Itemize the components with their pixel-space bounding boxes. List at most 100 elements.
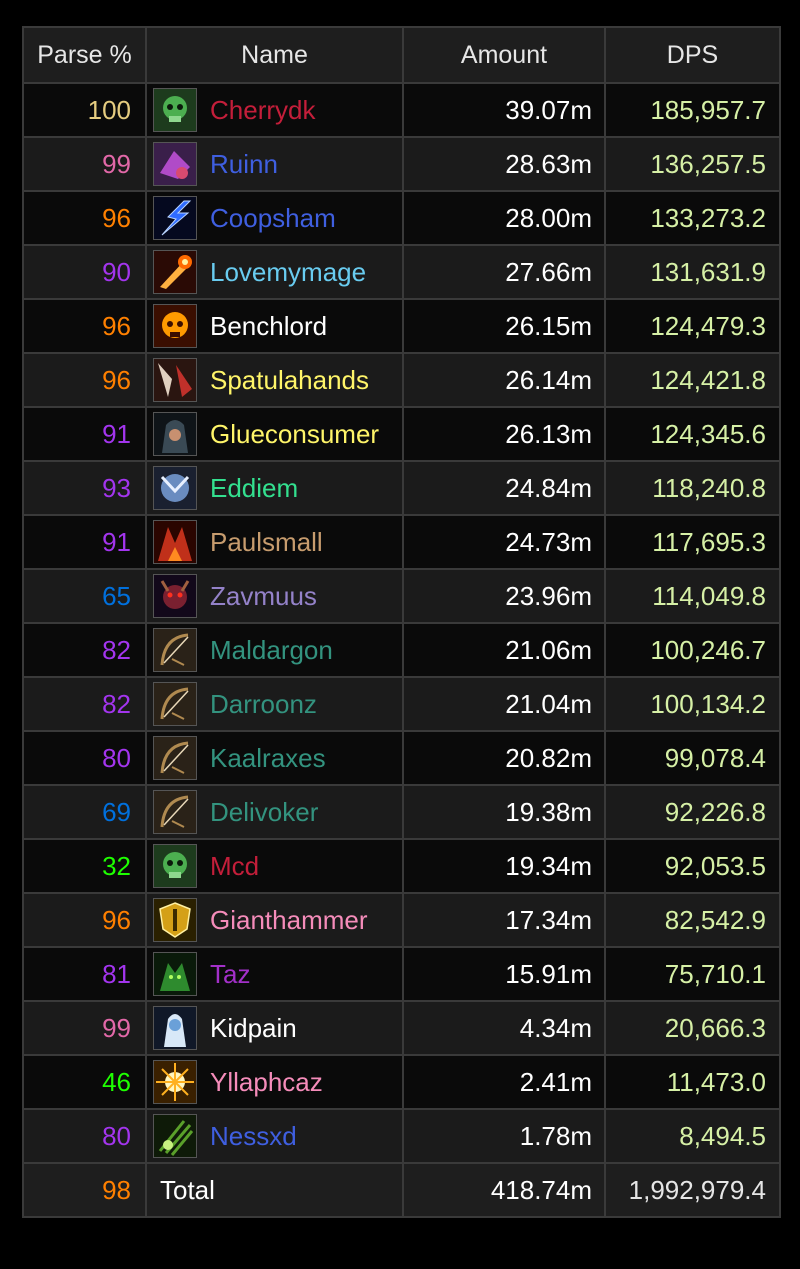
total-amount: 418.74m [402, 1162, 606, 1218]
player-name[interactable]: Spatulahands [210, 365, 369, 396]
demon-hunter-icon [153, 952, 197, 996]
player-name[interactable]: Lovemymage [210, 257, 366, 288]
player-name[interactable]: Coopsham [210, 203, 336, 234]
damage-amount: 27.66m [402, 244, 606, 300]
parse-percent: 69 [22, 784, 147, 840]
player-cell[interactable]: Maldargon [145, 622, 404, 678]
player-name[interactable]: Glueconsumer [210, 419, 379, 450]
table-header-row: Parse % Name Amount DPS [22, 26, 781, 84]
player-name[interactable]: Delivoker [210, 797, 318, 828]
table-row[interactable]: 81 Taz 15.91m 75,710.1 [22, 946, 781, 1002]
table-row[interactable]: 82 Maldargon 21.06m 100,246.7 [22, 622, 781, 678]
player-cell[interactable]: Ruinn [145, 136, 404, 192]
player-name[interactable]: Paulsmall [210, 527, 323, 558]
player-cell[interactable]: Kidpain [145, 1000, 404, 1056]
player-cell[interactable]: Kaalraxes [145, 730, 404, 786]
player-name[interactable]: Eddiem [210, 473, 298, 504]
dps-value: 99,078.4 [604, 730, 781, 786]
damage-amount: 23.96m [402, 568, 606, 624]
table-row[interactable]: 80 Nessxd 1.78m 8,494.5 [22, 1108, 781, 1164]
player-name[interactable]: Taz [210, 959, 250, 990]
player-name[interactable]: Zavmuus [210, 581, 317, 612]
table-row[interactable]: 96 Benchlord 26.15m 124,479.3 [22, 298, 781, 354]
player-name[interactable]: Darroonz [210, 689, 317, 720]
column-header-dps[interactable]: DPS [604, 26, 781, 84]
total-label: Total [145, 1162, 404, 1218]
player-name[interactable]: Maldargon [210, 635, 333, 666]
player-cell[interactable]: Nessxd [145, 1108, 404, 1164]
player-name[interactable]: Mcd [210, 851, 259, 882]
table-row[interactable]: 93 Eddiem 24.84m 118,240.8 [22, 460, 781, 516]
damage-amount: 21.04m [402, 676, 606, 732]
table-row[interactable]: 82 Darroonz 21.04m 100,134.2 [22, 676, 781, 732]
player-cell[interactable]: Darroonz [145, 676, 404, 732]
death-knight-skull-icon [153, 88, 197, 132]
dps-value: 20,666.3 [604, 1000, 781, 1056]
dps-value: 8,494.5 [604, 1108, 781, 1164]
player-cell[interactable]: Lovemymage [145, 244, 404, 300]
player-cell[interactable]: Coopsham [145, 190, 404, 246]
damage-amount: 15.91m [402, 946, 606, 1002]
player-cell[interactable]: Benchlord [145, 298, 404, 354]
player-cell[interactable]: Delivoker [145, 784, 404, 840]
player-cell[interactable]: Taz [145, 946, 404, 1002]
parse-percent: 99 [22, 1000, 147, 1056]
player-cell[interactable]: Paulsmall [145, 514, 404, 570]
dps-value: 100,134.2 [604, 676, 781, 732]
dps-value: 124,345.6 [604, 406, 781, 462]
table-row[interactable]: 46 Yllaphcaz 2.41m 11,473.0 [22, 1054, 781, 1110]
player-name[interactable]: Ruinn [210, 149, 278, 180]
column-header-amount[interactable]: Amount [402, 26, 606, 84]
column-header-name[interactable]: Name [145, 26, 404, 84]
table-row[interactable]: 65 Zavmuus 23.96m 114,049.8 [22, 568, 781, 624]
table-row[interactable]: 99 Kidpain 4.34m 20,666.3 [22, 1000, 781, 1056]
dps-value: 114,049.8 [604, 568, 781, 624]
table-row[interactable]: 99 Ruinn 28.63m 136,257.5 [22, 136, 781, 192]
table-row[interactable]: 32 Mcd 19.34m 92,053.5 [22, 838, 781, 894]
table-row[interactable]: 96 Spatulahands 26.14m 124,421.8 [22, 352, 781, 408]
parse-percent: 99 [22, 136, 147, 192]
total-parse-percent: 98 [22, 1162, 147, 1218]
table-row[interactable]: 96 Gianthammer 17.34m 82,542.9 [22, 892, 781, 948]
parse-percent: 91 [22, 514, 147, 570]
damage-amount: 39.07m [402, 82, 606, 138]
parse-percent: 91 [22, 406, 147, 462]
parse-percent: 46 [22, 1054, 147, 1110]
player-name[interactable]: Benchlord [210, 311, 327, 342]
player-name[interactable]: Yllaphcaz [210, 1067, 323, 1098]
damage-amount: 2.41m [402, 1054, 606, 1110]
player-cell[interactable]: Glueconsumer [145, 406, 404, 462]
player-cell[interactable]: Spatulahands [145, 352, 404, 408]
player-name[interactable]: Kidpain [210, 1013, 297, 1044]
player-name[interactable]: Cherrydk [210, 95, 315, 126]
player-cell[interactable]: Cherrydk [145, 82, 404, 138]
dps-value: 136,257.5 [604, 136, 781, 192]
holy-light-icon [153, 1060, 197, 1104]
player-cell[interactable]: Eddiem [145, 460, 404, 516]
dps-value: 117,695.3 [604, 514, 781, 570]
player-cell[interactable]: Gianthammer [145, 892, 404, 948]
table-row[interactable]: 91 Paulsmall 24.73m 117,695.3 [22, 514, 781, 570]
player-name[interactable]: Nessxd [210, 1121, 297, 1152]
player-name[interactable]: Gianthammer [210, 905, 368, 936]
dps-value: 124,421.8 [604, 352, 781, 408]
parse-percent: 81 [22, 946, 147, 1002]
parse-percent: 96 [22, 892, 147, 948]
column-header-parse[interactable]: Parse % [22, 26, 147, 84]
dps-value: 118,240.8 [604, 460, 781, 516]
player-name[interactable]: Kaalraxes [210, 743, 326, 774]
lightning-bolt-icon [153, 196, 197, 240]
table-row[interactable]: 91 Glueconsumer 26.13m 124,345.6 [22, 406, 781, 462]
player-cell[interactable]: Zavmuus [145, 568, 404, 624]
player-cell[interactable]: Yllaphcaz [145, 1054, 404, 1110]
parse-percent: 96 [22, 298, 147, 354]
table-row[interactable]: 90 Lovemymage 27.66m 131,631.9 [22, 244, 781, 300]
dps-value: 185,957.7 [604, 82, 781, 138]
player-cell[interactable]: Mcd [145, 838, 404, 894]
table-row[interactable]: 96 Coopsham 28.00m 133,273.2 [22, 190, 781, 246]
table-row[interactable]: 100 Cherrydk 39.07m 185,957.7 [22, 82, 781, 138]
table-row[interactable]: 80 Kaalraxes 20.82m 99,078.4 [22, 730, 781, 786]
warrior-fury-icon [153, 520, 197, 564]
table-row[interactable]: 69 Delivoker 19.38m 92,226.8 [22, 784, 781, 840]
evoker-bow-icon [153, 736, 197, 780]
